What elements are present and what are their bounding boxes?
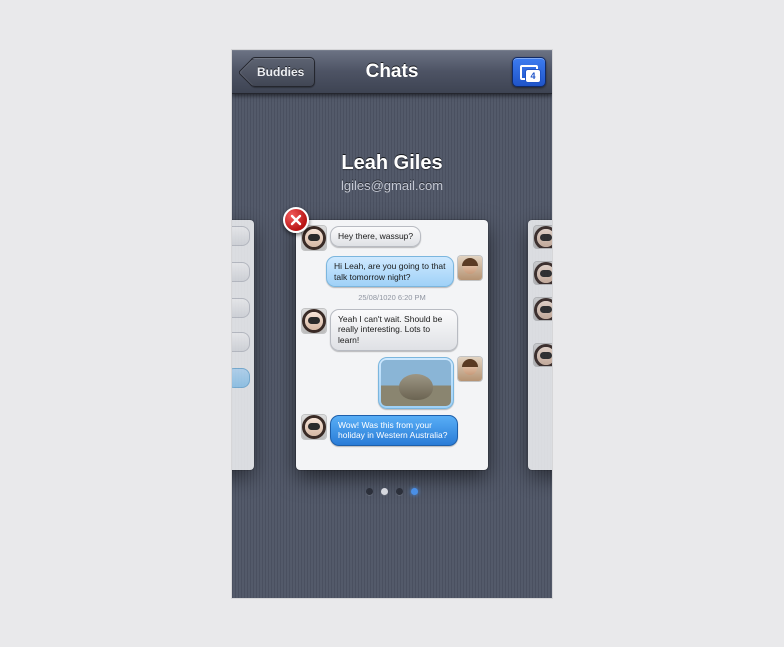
chat-card-stage: Leah Giles lgiles@gmail.com Hitor [232, 94, 552, 598]
message-bubble: Hey there, wassup? [330, 226, 421, 247]
avatar [534, 226, 552, 248]
message-row [302, 357, 482, 409]
avatar-leah [302, 415, 326, 439]
message-row: Hey there, wassup? [302, 226, 482, 250]
chat-card-next[interactable]: Hitor [528, 220, 552, 470]
message-row: Yeah I can't wait. Should be really inte… [302, 309, 482, 351]
message-image-bubble [378, 357, 454, 409]
timestamp-divider: 25/08/1020 6:20 PM [302, 293, 482, 302]
avatar-leah [302, 226, 326, 250]
window-switcher-button[interactable] [512, 57, 546, 87]
windows-icon [520, 65, 538, 80]
page-dot[interactable] [396, 488, 403, 495]
back-button[interactable]: Buddies [250, 57, 315, 87]
close-icon [290, 214, 302, 226]
phone-screen: Buddies Chats Leah Giles lgiles@gmail.co… [232, 50, 552, 598]
conversation-thread: Hey there, wassup? Hi Leah, are you goin… [296, 220, 488, 458]
page-dot[interactable] [411, 488, 418, 495]
page-indicator [232, 488, 552, 495]
page-dot[interactable] [366, 488, 373, 495]
avatar [534, 298, 552, 320]
message-row: Wow! Was this from your holiday in Weste… [302, 415, 482, 446]
avatar-brent [458, 357, 482, 381]
avatar [534, 262, 552, 284]
close-chat-button[interactable] [283, 207, 309, 233]
navbar: Buddies Chats [232, 50, 552, 94]
message-row: Hi Leah, are you going to that talk tomo… [302, 256, 482, 287]
photo-attachment [381, 360, 451, 406]
avatar [534, 344, 552, 366]
chat-card-current[interactable]: Hey there, wassup? Hi Leah, are you goin… [296, 220, 488, 470]
chat-card-prev[interactable] [232, 220, 254, 470]
message-bubble: Hi Leah, are you going to that talk tomo… [326, 256, 454, 287]
avatar-brent [458, 256, 482, 280]
page-dot-active[interactable] [381, 488, 388, 495]
avatar-leah [302, 309, 326, 333]
message-bubble: Yeah I can't wait. Should be really inte… [330, 309, 458, 351]
contact-name: Leah Giles [232, 152, 552, 175]
contact-email: lgiles@gmail.com [232, 178, 552, 193]
back-button-label: Buddies [257, 65, 304, 79]
message-bubble: Wow! Was this from your holiday in Weste… [330, 415, 458, 446]
